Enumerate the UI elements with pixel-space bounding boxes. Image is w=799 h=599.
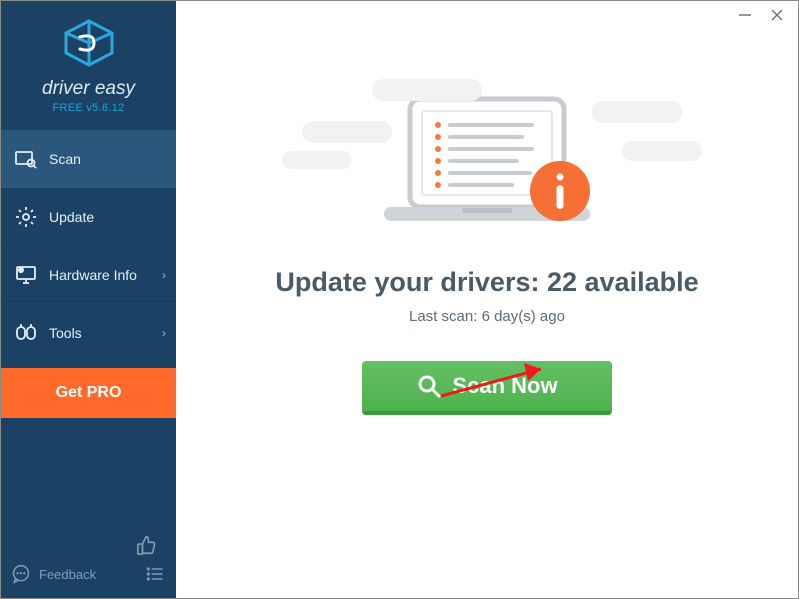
list-menu-icon[interactable] (144, 564, 166, 584)
sidebar-item-label: Update (49, 209, 94, 225)
sidebar-item-label: Tools (49, 325, 82, 341)
sidebar-item-tools[interactable]: Tools › (1, 304, 176, 362)
headline-prefix: Update your drivers: (275, 267, 547, 297)
sidebar-bottom: Feedback (1, 522, 176, 598)
close-button[interactable] (768, 6, 786, 24)
sidebar-item-label: Scan (49, 151, 81, 167)
headline: Update your drivers: 22 available (275, 267, 698, 298)
sidebar: driver easy FREE v5.6.12 Scan (1, 1, 176, 598)
sidebar-item-update[interactable]: Update (1, 188, 176, 246)
minimize-button[interactable] (736, 6, 754, 24)
tools-icon (15, 322, 37, 344)
sidebar-item-hardware-info[interactable]: i Hardware Info › (1, 246, 176, 304)
chevron-right-icon: › (162, 326, 166, 340)
main-content: Update your drivers: 22 available Last s… (176, 1, 798, 415)
brand-version: FREE v5.6.12 (1, 102, 176, 114)
gear-icon (15, 206, 37, 228)
main-panel: Update your drivers: 22 available Last s… (176, 1, 798, 598)
get-pro-button[interactable]: Get PRO (1, 368, 176, 418)
sidebar-item-scan[interactable]: Scan (1, 130, 176, 188)
app-window: driver easy FREE v5.6.12 Scan (0, 0, 799, 599)
chevron-right-icon: › (162, 268, 166, 282)
chat-icon (11, 564, 31, 584)
sidebar-nav: Scan Update i Hardware (1, 130, 176, 362)
available-count: 22 (547, 267, 577, 297)
last-scan-text: Last scan: 6 day(s) ago (409, 308, 565, 325)
get-pro-label: Get PRO (56, 384, 122, 402)
brand-block: driver easy FREE v5.6.12 (1, 1, 176, 124)
feedback-button[interactable]: Feedback (11, 564, 96, 584)
scan-icon (15, 148, 37, 170)
app-logo-icon (62, 19, 116, 67)
scan-now-label: Scan Now (452, 373, 557, 399)
scan-now-button[interactable]: Scan Now (362, 361, 612, 415)
brand-name: driver easy (1, 78, 176, 100)
headline-suffix: available (577, 267, 699, 297)
feedback-label: Feedback (39, 567, 96, 582)
monitor-info-icon: i (15, 264, 37, 286)
search-icon (416, 373, 442, 399)
thumbs-up-icon[interactable] (136, 534, 158, 556)
laptop-illustration (352, 91, 622, 241)
sidebar-item-label: Hardware Info (49, 267, 137, 283)
window-titlebar (724, 1, 798, 29)
